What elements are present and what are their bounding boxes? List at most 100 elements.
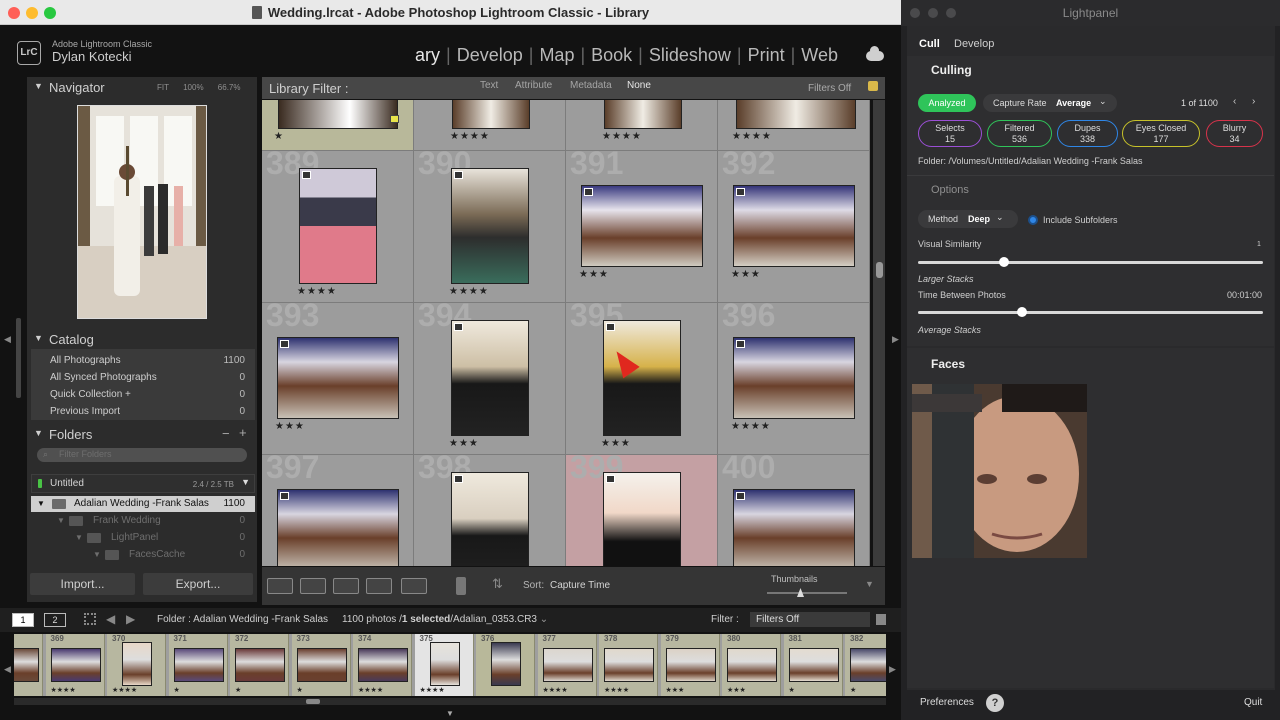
filmstrip-photo[interactable] <box>429 642 460 686</box>
capture-rate-select[interactable]: Capture Rate Average ⌄ <box>983 94 1117 112</box>
metadata-badge-icon[interactable] <box>584 188 593 196</box>
method-select[interactable]: Method Deep ⌄ <box>918 210 1018 228</box>
metadata-badge-icon[interactable] <box>736 340 745 348</box>
secondary-window-button[interactable]: 2 <box>44 613 66 627</box>
compare-view-icon[interactable] <box>333 578 359 594</box>
filmstrip-photo[interactable] <box>727 648 777 682</box>
filmstrip-photo[interactable] <box>296 648 347 682</box>
grid-cell[interactable]: 397 <box>262 455 414 566</box>
filmstrip-cell[interactable]: 381 ★ <box>783 634 843 696</box>
filmstrip-cell[interactable]: 372 ★ <box>230 634 289 696</box>
filmstrip-photo[interactable] <box>122 642 152 686</box>
toolbar-menu-icon[interactable]: ▼ <box>865 579 874 589</box>
volume-untitled[interactable]: Untitled 2.4 / 2.5 TB ▼ <box>31 474 255 493</box>
expand-folder-icon[interactable]: ▼ <box>75 533 83 542</box>
metadata-badge-icon[interactable] <box>736 492 745 500</box>
filmstrip-right-arrow-icon[interactable]: ▶ <box>889 664 896 675</box>
grid-photo[interactable] <box>299 168 377 284</box>
filmstrip-cell[interactable]: 380 ★★★ <box>722 634 781 696</box>
module-develop[interactable]: Develop <box>457 45 523 66</box>
remove-folder-button[interactable]: − <box>222 426 230 441</box>
filmstrip-left-arrow-icon[interactable]: ◀ <box>4 664 11 675</box>
filmstrip-cell[interactable]: 378 ★★★★ <box>599 634 658 696</box>
grid-photo[interactable] <box>451 320 529 436</box>
grid-cell[interactable]: 392 ★★★ <box>718 151 870 303</box>
grid-photo[interactable] <box>451 168 529 284</box>
metadata-badge-icon[interactable] <box>454 171 463 179</box>
sort-direction-icon[interactable]: ⇅ <box>492 576 503 592</box>
left-panel-toggle-icon[interactable]: ◀ <box>4 334 11 345</box>
module-map[interactable]: Map <box>539 45 574 66</box>
grid-cell[interactable]: ★★★★ <box>414 100 566 151</box>
grid-cell[interactable]: 399 <box>566 455 718 566</box>
filter-tab-metadata[interactable]: Metadata <box>570 80 612 91</box>
grid-photo[interactable] <box>603 320 681 436</box>
filmstrip-cell[interactable]: 370 ★★★★ <box>107 634 166 696</box>
previous-photo-icon[interactable]: ‹ <box>1233 96 1236 107</box>
grid-cell[interactable]: 389 ★★★★ <box>262 151 414 303</box>
help-button[interactable]: ? <box>986 694 1004 712</box>
time-between-slider[interactable] <box>918 311 1263 314</box>
add-folder-button[interactable]: + <box>239 425 247 440</box>
folder-facescache[interactable]: ▼ FacesCache 0 <box>31 547 255 563</box>
grid-cell[interactable]: 391 ★★★ <box>566 151 718 303</box>
visual-similarity-knob[interactable] <box>999 257 1010 267</box>
thumbnail-size-slider[interactable] <box>767 592 847 594</box>
tab-cull[interactable]: Cull <box>919 38 940 50</box>
folders-header[interactable]: ▼ Folders − + <box>27 424 257 446</box>
filmstrip-cell[interactable]: 373 ★ <box>291 634 351 696</box>
folder-adalian-wedding[interactable]: ▼ Adalian Wedding -Frank Salas 1100 <box>31 496 255 512</box>
grid-photo[interactable] <box>733 489 855 566</box>
forward-arrow-icon[interactable]: ▶ <box>126 612 135 626</box>
grid-cell[interactable]: 395 ★★★ <box>566 303 718 455</box>
grid-photo[interactable] <box>452 100 530 129</box>
right-panel-toggle-icon[interactable]: ▶ <box>892 334 899 345</box>
module-web[interactable]: Web <box>801 45 838 66</box>
eyes-closed-chip[interactable]: Eyes Closed 177 <box>1122 120 1200 147</box>
time-between-knob[interactable] <box>1016 307 1027 317</box>
filmstrip-cell[interactable]: 369 ★★★★ <box>45 634 105 696</box>
metadata-badge-icon[interactable] <box>454 475 463 483</box>
filmstrip-filter-select[interactable]: Filters Off <box>750 612 870 627</box>
filmstrip-photo[interactable] <box>173 648 224 682</box>
quit-button[interactable]: Quit <box>1244 697 1262 708</box>
grid-photo[interactable] <box>451 472 529 566</box>
collapse-navigator-icon[interactable]: ▼ <box>34 81 43 91</box>
filmstrip-cell[interactable]: 374 ★★★★ <box>353 634 412 696</box>
expand-folder-icon[interactable]: ▼ <box>57 516 65 525</box>
filmstrip-cell[interactable]: 377 ★★★★ <box>537 634 597 696</box>
filmstrip-cell[interactable]: 382 ★ <box>845 634 886 696</box>
metadata-badge-icon[interactable] <box>736 188 745 196</box>
grid-photo[interactable] <box>277 489 399 566</box>
face-thumbnail[interactable] <box>912 384 1087 558</box>
metadata-badge-icon[interactable] <box>606 323 615 331</box>
visual-similarity-slider[interactable] <box>918 261 1263 264</box>
collapse-catalog-icon[interactable]: ▼ <box>34 333 43 343</box>
blurry-chip[interactable]: Blurry 34 <box>1206 120 1263 147</box>
grid-cell[interactable]: ★★★★ <box>566 100 718 151</box>
grid-scrollbar[interactable] <box>873 100 885 566</box>
next-photo-icon[interactable]: › <box>1252 96 1255 107</box>
grid-photo[interactable] <box>581 185 703 267</box>
grid-cell[interactable]: 394 ★★★ <box>414 303 566 455</box>
filter-tab-text[interactable]: Text <box>480 80 498 91</box>
module-slideshow[interactable]: Slideshow <box>649 45 731 66</box>
metadata-badge-icon[interactable] <box>280 492 289 500</box>
filmstrip-photo[interactable] <box>50 648 101 682</box>
filmstrip-photo[interactable] <box>491 642 521 686</box>
filmstrip-scrollbar[interactable] <box>14 698 886 705</box>
left-panel-scrollbar[interactable] <box>16 318 21 398</box>
grid-cell[interactable]: ★ <box>262 100 414 151</box>
primary-window-button[interactable]: 1 <box>12 613 34 627</box>
lock-icon[interactable] <box>868 81 878 91</box>
metadata-badge-icon[interactable] <box>302 171 311 179</box>
grid-photo[interactable] <box>733 337 855 419</box>
analyzed-status-badge[interactable]: Analyzed <box>918 94 976 112</box>
filter-lock-icon[interactable] <box>876 614 886 625</box>
zoom-100[interactable]: 100% <box>183 83 203 92</box>
zoom-667[interactable]: 66.7% <box>218 83 241 92</box>
grid-cell[interactable]: 393 ★★★ <box>262 303 414 455</box>
grid-view-icon[interactable] <box>267 578 293 594</box>
filmstrip-cell[interactable]: 376 <box>476 634 535 696</box>
loupe-view-icon[interactable] <box>300 578 326 594</box>
